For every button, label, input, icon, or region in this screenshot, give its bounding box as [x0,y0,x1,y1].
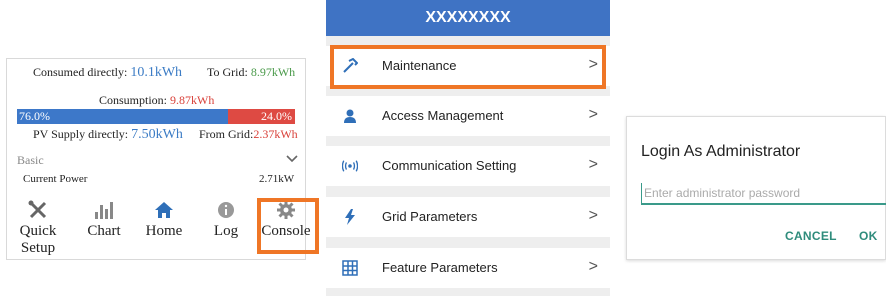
chevron-right-icon: > [588,258,598,275]
chevron-right-icon: > [588,207,598,224]
consumed-directly-row: Consumed directly: 10.1kWh [33,65,182,81]
menu-item-communication-setting[interactable]: Communication Setting > [326,146,610,186]
bar-chart-icon [75,199,133,221]
menu-header-title: XXXXXXXX [326,0,610,36]
cancel-button[interactable]: CANCEL [785,229,837,243]
ok-button[interactable]: OK [859,229,878,243]
expand-chevron-icon[interactable] [285,153,299,168]
menu-item-feature-parameters[interactable]: Feature Parameters > [326,248,610,288]
nav-log[interactable]: Log [197,199,255,240]
menu-item-label: Access Management [382,108,504,123]
consumed-directly-value: 10.1kWh [130,65,183,80]
nav-home-label: Home [145,223,183,239]
nav-quick-setup-label: Quick Setup [19,223,57,256]
energy-overview-panel: Consumed directly: 10.1kWh To Grid: 8.97… [3,58,319,260]
consumption-bar: 76.0% 24.0% [17,109,295,124]
nav-log-label: Log [213,223,239,239]
person-icon [342,108,358,124]
current-power-value: 2.71kW [259,173,295,185]
console-highlight-box [257,198,319,254]
chevron-right-icon: > [588,156,598,173]
menu-item-label: Feature Parameters [382,260,498,275]
info-icon [197,199,255,221]
signal-icon [342,158,358,174]
current-power-label: Current Power [23,173,88,185]
consumption-row: Consumption: 9.87kWh [99,93,214,108]
from-grid-label: From Grid: [199,127,254,141]
login-dialog: Login As Administrator CANCEL OK [626,116,886,260]
home-icon [135,199,193,221]
nav-quick-setup[interactable]: Quick Setup [3,199,73,257]
consumption-value: 9.87kWh [170,93,215,107]
from-grid-row: From Grid:2.37kWh [199,127,298,142]
to-grid-label: To Grid: [207,65,248,79]
to-grid-row: To Grid: 8.97kWh [207,65,295,80]
menu-item-label: Communication Setting [382,158,517,173]
basic-section-label: Basic [17,153,44,167]
chevron-right-icon: > [588,106,598,123]
tools-icon [3,199,73,221]
pv-supply-label: PV Supply directly: [33,127,129,141]
self-consumption-bar-segment: 76.0% [17,109,229,124]
consumed-directly-label: Consumed directly: [33,65,128,79]
nav-chart[interactable]: Chart [75,199,133,240]
pv-supply-value: 7.50kWh [131,127,183,142]
nav-chart-label: Chart [87,223,121,239]
to-grid-value: 8.97kWh [250,65,296,79]
maintenance-highlight-box [330,45,606,89]
dialog-title: Login As Administrator [641,143,801,160]
grid-consumption-bar-segment: 24.0% [228,109,295,124]
grid-icon [342,260,358,276]
menu-item-grid-parameters[interactable]: Grid Parameters > [326,197,610,237]
consumption-label: Consumption: [99,93,168,107]
lightning-icon [342,209,358,225]
menu-item-access-management[interactable]: Access Management > [326,96,610,136]
from-grid-value: 2.37kWh [253,127,298,141]
pv-supply-row: PV Supply directly: 7.50kWh [33,127,183,143]
nav-home[interactable]: Home [135,199,193,240]
admin-password-input[interactable] [641,183,886,205]
menu-item-label: Grid Parameters [382,209,478,224]
